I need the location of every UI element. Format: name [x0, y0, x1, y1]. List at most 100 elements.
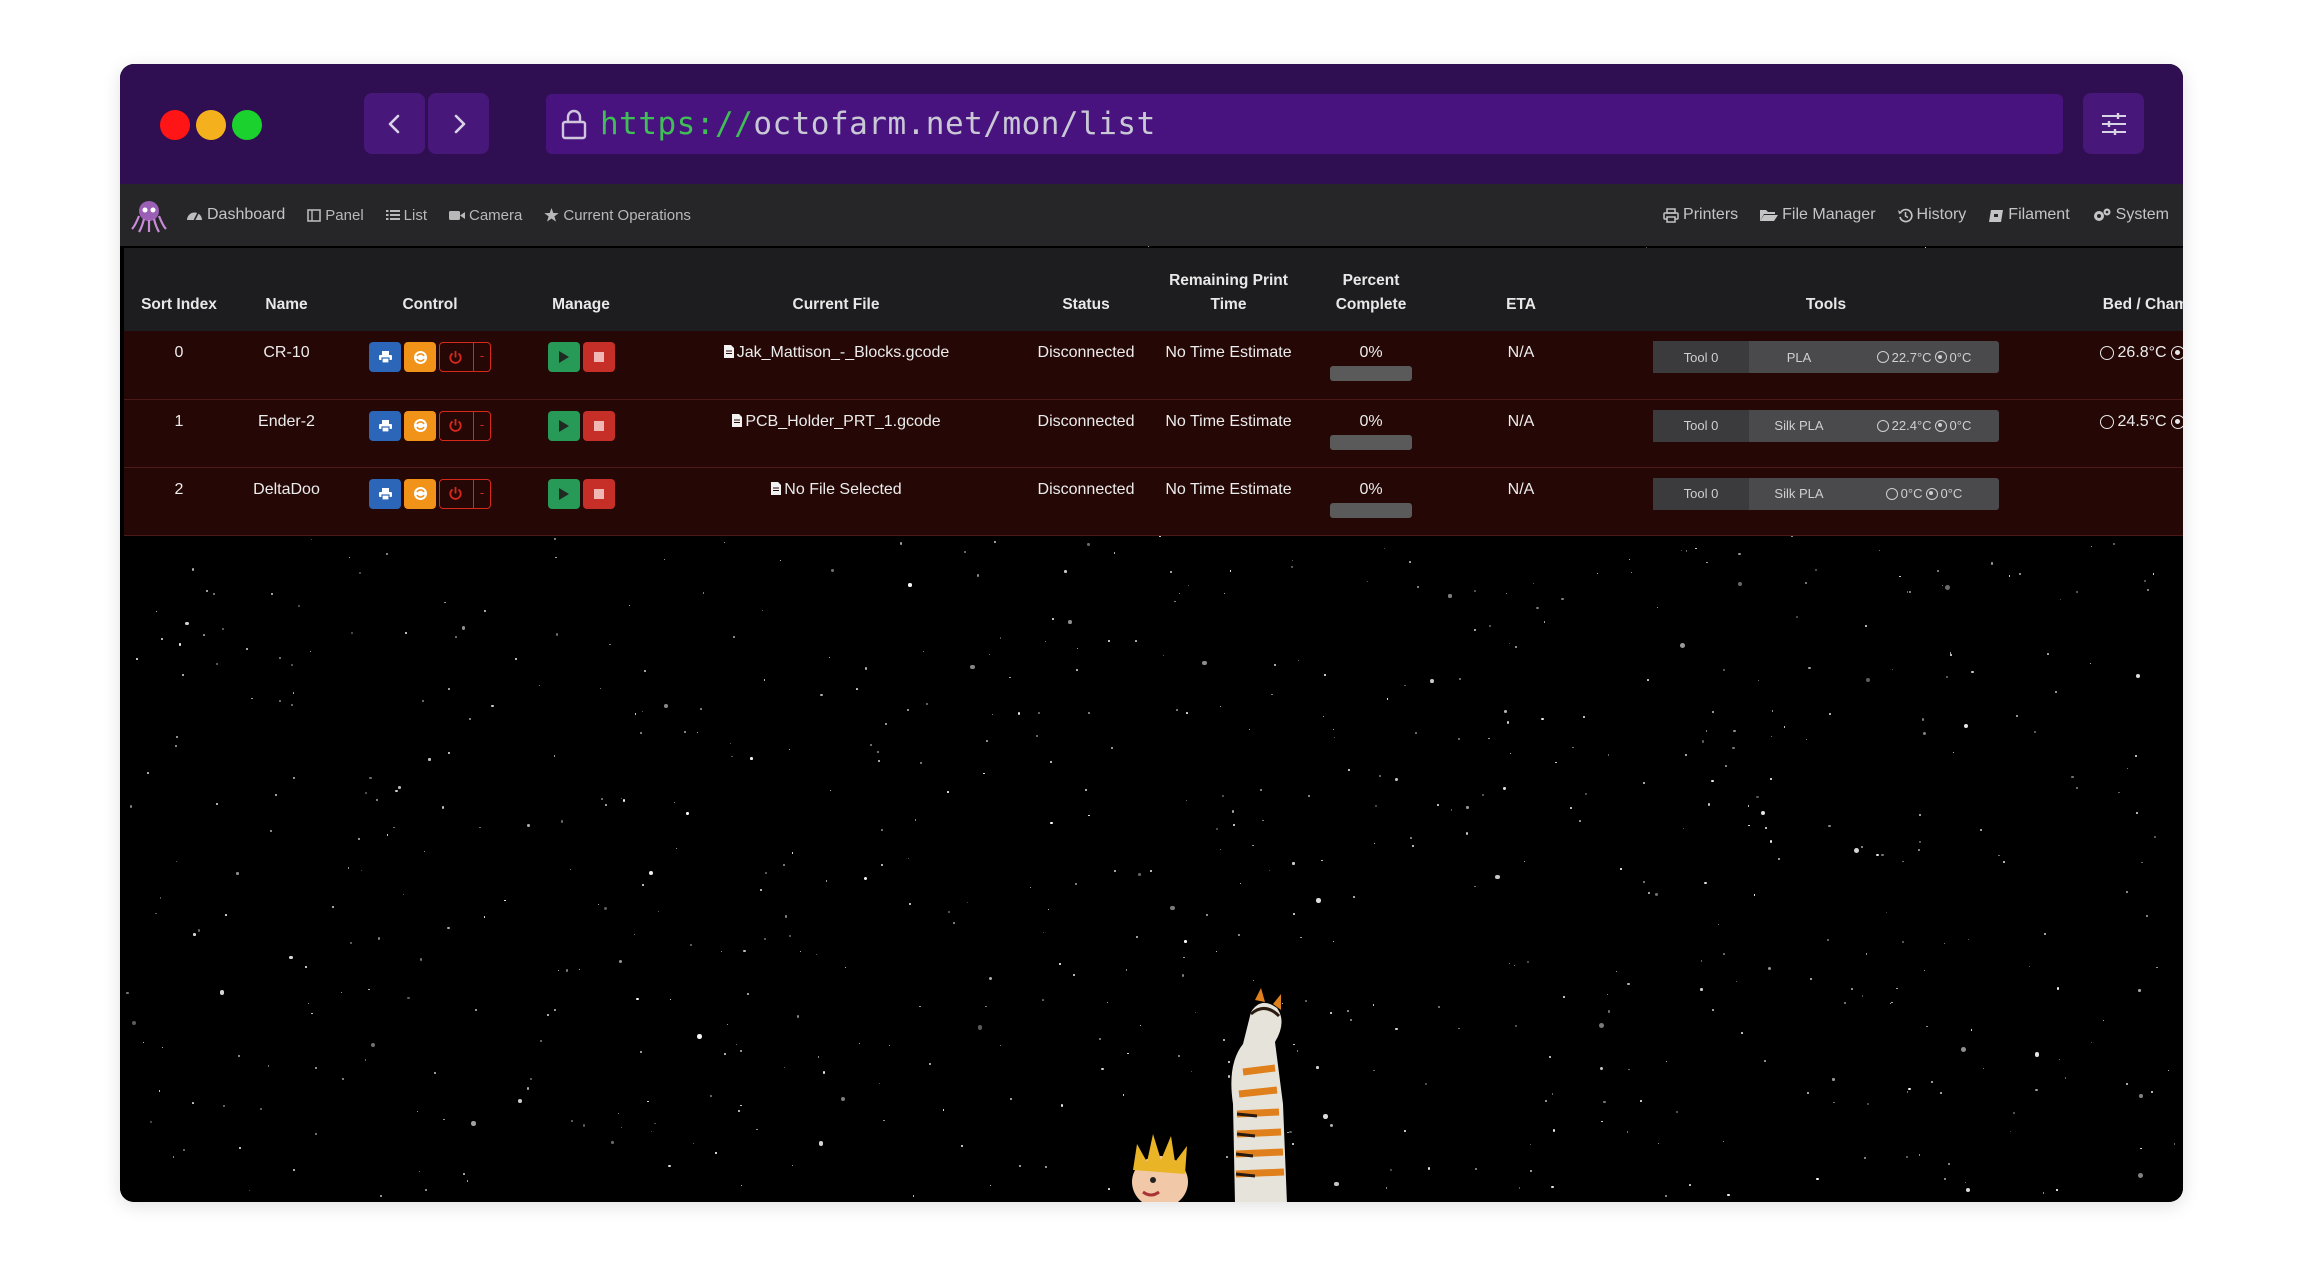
tool-status-bar[interactable]: Tool 0 Silk PLA 22.4°C 0°C: [1653, 409, 1999, 442]
star: [1753, 894, 1756, 896]
star: [155, 912, 157, 915]
printer-icon: [378, 487, 392, 501]
star: [181, 673, 185, 677]
star: [1971, 670, 1974, 674]
star: [1963, 724, 1968, 729]
star: [1352, 896, 1355, 899]
star: [1087, 711, 1090, 714]
star: [784, 915, 787, 918]
star: [238, 1055, 240, 1057]
nav-printers[interactable]: Printers: [1663, 206, 1738, 224]
star: [1220, 849, 1222, 850]
star: [1732, 746, 1735, 750]
star: [639, 731, 642, 734]
close-window-button[interactable]: [160, 110, 190, 140]
star: [514, 657, 518, 661]
star: [736, 1044, 738, 1046]
nav-list[interactable]: List: [385, 207, 427, 224]
start-print-button[interactable]: [547, 478, 580, 509]
header-remaining-time: Remaining Print Time: [1169, 272, 1288, 313]
nav-camera[interactable]: Camera: [449, 207, 522, 224]
power-button[interactable]: -: [439, 478, 491, 509]
address-bar[interactable]: https://octofarm.net/mon/list: [546, 94, 2063, 154]
header-sort-index[interactable]: Sort Index: [124, 248, 234, 331]
star: [1159, 535, 1161, 538]
power-dropdown-toggle[interactable]: -: [473, 479, 490, 508]
percent-cell: 0%: [1316, 399, 1426, 467]
star: [697, 731, 699, 733]
manage-cell: [521, 331, 641, 399]
nav-history[interactable]: History: [1897, 206, 1966, 224]
star: [555, 633, 559, 636]
tool-status-bar[interactable]: Tool 0 Silk PLA 0°C 0°C: [1653, 477, 1999, 510]
start-print-button[interactable]: [547, 342, 580, 372]
star: [222, 628, 225, 630]
power-dropdown-toggle[interactable]: -: [473, 343, 490, 371]
star: [664, 704, 668, 709]
star: [1918, 1154, 1921, 1157]
maximize-window-button[interactable]: [232, 110, 262, 140]
back-button[interactable]: [364, 93, 425, 154]
header-name[interactable]: Name: [234, 248, 339, 331]
star: [1232, 823, 1236, 827]
star: [175, 860, 177, 862]
star: [1998, 854, 2000, 857]
star: [1601, 1120, 1603, 1123]
star: [1628, 558, 1631, 560]
star: [1701, 740, 1705, 743]
star: [1290, 566, 1293, 569]
nav-panel[interactable]: Panel: [307, 207, 364, 224]
star: [386, 552, 389, 555]
star: [1248, 728, 1250, 730]
star: [1961, 1046, 1967, 1052]
star: [1945, 584, 1951, 590]
star: [2090, 662, 2092, 664]
minimize-window-button[interactable]: [196, 110, 226, 140]
connect-button[interactable]: [404, 478, 436, 509]
star: [1765, 826, 1768, 829]
stop-print-button[interactable]: [582, 478, 615, 509]
star: [1375, 805, 1378, 808]
eta-cell: N/A: [1507, 480, 1535, 498]
connect-button[interactable]: [404, 342, 436, 372]
printer-control-button[interactable]: [369, 410, 401, 441]
star: [554, 538, 557, 541]
nav-dashboard[interactable]: Dashboard: [186, 206, 285, 224]
star: [817, 1056, 820, 1058]
nav-filament[interactable]: Filament: [1988, 206, 2070, 224]
star: [1552, 1129, 1556, 1132]
star: [1084, 789, 1087, 792]
power-dropdown-toggle[interactable]: -: [473, 411, 490, 440]
star: [539, 684, 541, 686]
star: [1174, 600, 1176, 603]
nav-current-operations[interactable]: Current Operations: [544, 207, 691, 224]
connect-button[interactable]: [404, 410, 436, 441]
sort-index-cell: 2: [174, 480, 184, 498]
settings-button[interactable]: [2083, 93, 2144, 154]
star: [1458, 738, 1461, 741]
stop-print-button[interactable]: [582, 410, 615, 441]
star: [479, 826, 481, 829]
nav-system[interactable]: System: [2092, 206, 2169, 224]
stop-print-button[interactable]: [582, 342, 615, 372]
nav-file-manager[interactable]: File Manager: [1760, 206, 1876, 224]
star: [539, 1040, 542, 1043]
star: [1615, 971, 1617, 973]
power-button[interactable]: -: [439, 342, 491, 372]
star: [1038, 711, 1040, 714]
star: [985, 1006, 987, 1008]
forward-button[interactable]: [428, 93, 489, 154]
star: [1905, 1155, 1909, 1158]
star: [1044, 640, 1047, 643]
printer-control-button[interactable]: [369, 478, 401, 509]
star: [1111, 747, 1114, 750]
star: [348, 556, 351, 559]
tool-status-bar[interactable]: Tool 0 PLA 22.7°C 0°C: [1653, 341, 1999, 373]
star: [1108, 639, 1111, 642]
printer-control-button[interactable]: [369, 342, 401, 372]
star: [885, 723, 888, 726]
start-print-button[interactable]: [547, 410, 580, 441]
power-button[interactable]: -: [439, 410, 491, 441]
star: [2138, 989, 2141, 992]
octofarm-logo[interactable]: [130, 196, 168, 234]
